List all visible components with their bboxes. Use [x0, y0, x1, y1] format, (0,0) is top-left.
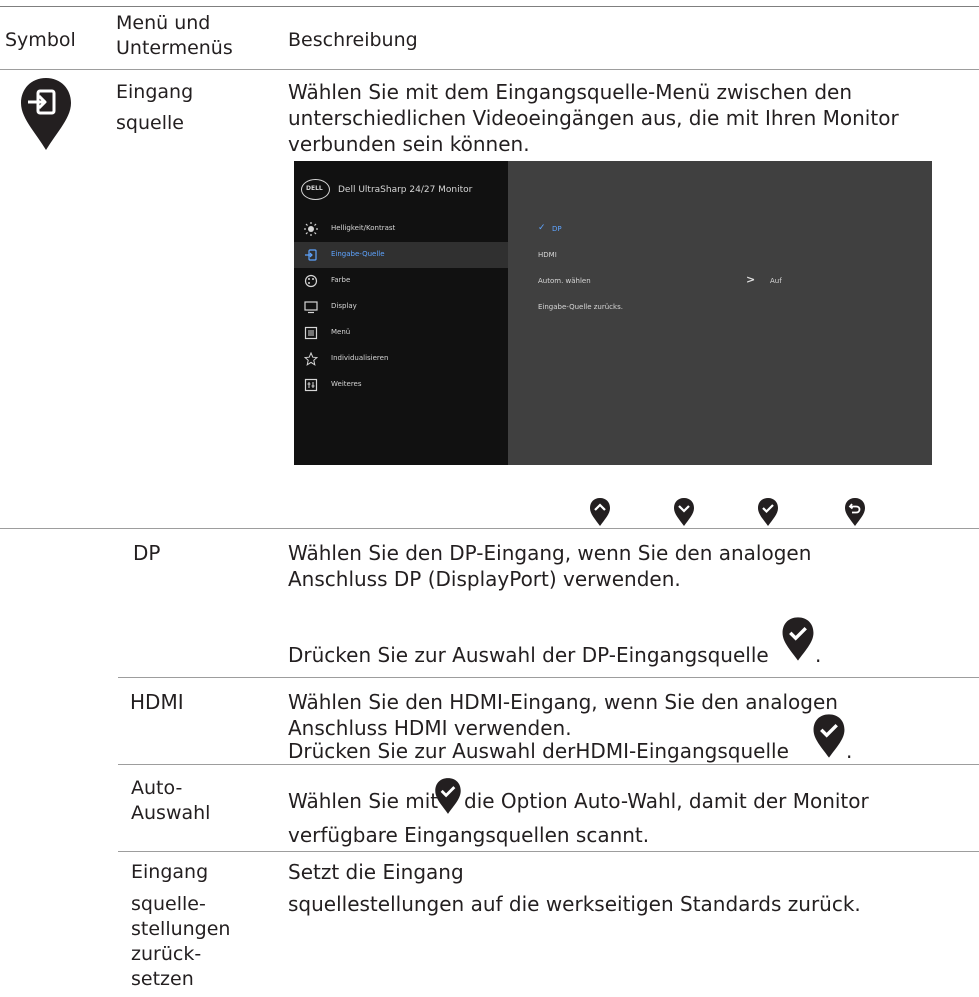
- hdmi-desc-line3: Drücken Sie zur Auswahl derHDMI-Eingangs…: [288, 739, 789, 763]
- back-icon: [845, 498, 865, 526]
- auto-desc-post: die Option Auto-Wahl, damit der Monitor: [464, 789, 869, 813]
- hdmi-desc-line2: Anschluss HDMI verwenden.: [288, 716, 572, 740]
- row-label-auto-line1: Auto-: [131, 777, 183, 799]
- header-menu-line1: Menü und: [116, 12, 211, 34]
- hdmi-desc-line1: Wählen Sie den HDMI-Eingang, wenn Sie de…: [288, 690, 838, 714]
- header-menu-line2: Untermenüs: [116, 37, 233, 59]
- header-symbol: Symbol: [5, 29, 76, 51]
- check-icon: [813, 714, 845, 758]
- header-rule: [0, 69, 979, 70]
- main-desc-line2: unterschiedlichen Videoeingängen aus, di…: [288, 106, 899, 130]
- check-icon: [758, 498, 778, 526]
- osd-check-mark-icon: ✓: [538, 223, 546, 233]
- auto-desc-line2: verfügbare Eingangsquellen scannt.: [288, 823, 650, 847]
- menu-icon: [304, 326, 318, 340]
- row-rule-1: [0, 528, 979, 529]
- dp-desc-line1: Wählen Sie den DP-Eingang, wenn Sie den …: [288, 541, 812, 565]
- color-palette-icon: [304, 274, 318, 288]
- others-icon: [304, 378, 318, 392]
- osd-menu-panel: DELL Dell UltraSharp 24/27 Monitor Helli…: [294, 161, 508, 465]
- row-label-reset-line2: squelle-: [131, 893, 206, 915]
- row-label-reset-line4: zurück-: [131, 943, 202, 965]
- row-rule-2: [118, 677, 979, 678]
- row-label-reset-line5: setzen: [131, 968, 194, 990]
- row-label-dp: DP: [133, 541, 161, 565]
- down-icon: [674, 498, 694, 526]
- osd-option-reset[interactable]: Eingabe-Quelle zurücks.: [538, 303, 623, 311]
- osd-option-dp[interactable]: DP: [552, 225, 562, 233]
- input-source-icon: [305, 249, 317, 261]
- osd-option-auto-select[interactable]: Autom. wählen: [538, 277, 591, 285]
- osd-title: Dell UltraSharp 24/27 Monitor: [338, 185, 473, 195]
- dp-desc-line2: Anschluss DP (DisplayPort) verwenden.: [288, 567, 681, 591]
- dell-logo: DELL: [301, 179, 330, 200]
- row-label-reset-line3: stellungen: [131, 918, 231, 940]
- osd-options-panel: ✓ DP HDMI Autom. wählen > Auf Eingabe-Qu…: [508, 161, 932, 465]
- osd-screenshot: DELL Dell UltraSharp 24/27 Monitor Helli…: [294, 161, 932, 465]
- reset-desc-line2: squellestellungen auf die werkseitigen S…: [288, 892, 861, 916]
- display-icon: [304, 301, 318, 314]
- top-rule: [0, 6, 979, 7]
- reset-desc-line1: Setzt die Eingang: [288, 860, 464, 884]
- osd-menu-personalize[interactable]: Individualisieren: [294, 346, 508, 372]
- up-icon: [590, 498, 610, 526]
- main-desc-line3: verbunden sein können.: [288, 132, 530, 156]
- osd-menu-input-source[interactable]: Eingabe-Quelle: [294, 242, 508, 268]
- star-icon: [304, 352, 318, 366]
- row-label-auto-line2: Auswahl: [131, 802, 211, 824]
- input-source-icon: [21, 78, 71, 150]
- auto-desc-pre: Wählen Sie mit: [288, 789, 439, 813]
- header-description: Beschreibung: [288, 29, 418, 51]
- main-desc-line1: Wählen Sie mit dem Eingangsquelle-Menü z…: [288, 80, 853, 104]
- row-rule-3: [118, 764, 979, 765]
- osd-menu-color[interactable]: Farbe: [294, 268, 508, 294]
- row-label-reset-line1: Eingang: [131, 861, 209, 883]
- brightness-icon: [304, 222, 318, 236]
- row-rule-4: [118, 851, 979, 852]
- osd-menu-menu[interactable]: Menü: [294, 320, 508, 346]
- row-label-hdmi: HDMI: [130, 690, 184, 714]
- hdmi-desc-period: .: [846, 739, 853, 763]
- dp-desc-line3: Drücken Sie zur Auswahl der DP-Eingangsq…: [288, 643, 769, 667]
- osd-option-hdmi[interactable]: HDMI: [538, 251, 557, 259]
- check-icon: [782, 617, 814, 661]
- check-icon: [435, 778, 461, 814]
- osd-chevron-right-icon: >: [746, 273, 756, 286]
- menu-name-line1: Eingang: [116, 81, 194, 103]
- osd-auto-select-value: Auf: [770, 277, 782, 285]
- osd-menu-display[interactable]: Display: [294, 294, 508, 320]
- menu-name-line2: squelle: [116, 112, 184, 134]
- dp-desc-period: .: [815, 643, 822, 667]
- osd-menu-others[interactable]: Weiteres: [294, 372, 508, 398]
- osd-menu-brightness[interactable]: Helligkeit/Kontrast: [294, 216, 508, 242]
